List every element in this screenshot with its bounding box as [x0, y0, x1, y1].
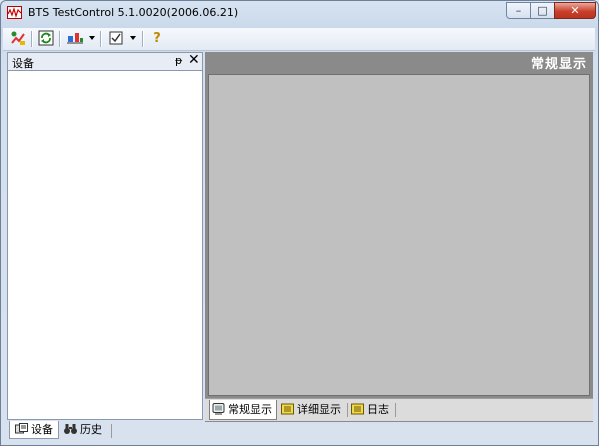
toolbar-separator [100, 31, 102, 47]
monitor-icon [212, 402, 225, 415]
refresh-icon[interactable] [37, 30, 55, 48]
toolbar-separator [142, 31, 144, 47]
toolbar: ? [3, 28, 595, 51]
tab-separator [395, 403, 396, 417]
window-title: BTS TestControl 5.1.0020(2006.06.21) [28, 6, 239, 19]
tab-general-display-label: 常规显示 [228, 403, 272, 416]
toolbar-separator [59, 31, 61, 47]
connect-icon[interactable] [9, 30, 27, 48]
minimize-button[interactable]: – [506, 2, 531, 19]
document-icon [281, 402, 294, 415]
binoculars-icon [64, 423, 77, 435]
left-tab-strip: 设备 历史 [7, 421, 203, 439]
tab-separator [111, 424, 112, 438]
device-tab-icon [15, 423, 28, 435]
pin-icon[interactable]: ᵽ [175, 54, 182, 67]
display-tab-strip: 常规显示 详细显示 日志 [205, 398, 593, 421]
tab-separator [347, 403, 348, 417]
device-tool-dropdown[interactable] [89, 36, 95, 40]
toolbar-separator [31, 31, 33, 47]
device-tree[interactable] [8, 71, 202, 419]
title-bar[interactable]: BTS TestControl 5.1.0020(2006.06.21) – □… [1, 1, 598, 25]
display-view-area[interactable] [208, 74, 590, 396]
tab-device[interactable]: 设备 [9, 421, 59, 439]
tab-detail-display-label: 详细显示 [297, 403, 341, 416]
checklist-icon[interactable] [107, 30, 125, 48]
tab-device-label: 设备 [31, 423, 53, 436]
device-panel-header: 设备 ᵽ ✕ [8, 52, 202, 71]
tab-log[interactable]: 日志 [349, 400, 395, 420]
device-panel: 设备 ᵽ ✕ [7, 52, 203, 420]
display-panel-caption: 常规显示 [530, 57, 587, 72]
tab-log-label: 日志 [367, 403, 389, 416]
display-panel: 常规显示 [205, 52, 593, 422]
tab-general-display[interactable]: 常规显示 [209, 400, 277, 420]
app-logo-icon [7, 6, 22, 19]
app-window: BTS TestControl 5.1.0020(2006.06.21) – □… [0, 0, 599, 446]
device-panel-title: 设备 [12, 57, 34, 70]
tab-history[interactable]: 历史 [62, 421, 112, 439]
tab-history-label: 历史 [80, 423, 102, 436]
checklist-dropdown[interactable] [130, 36, 136, 40]
log-icon [351, 402, 364, 415]
panel-close-icon[interactable]: ✕ [188, 52, 200, 68]
help-icon[interactable]: ? [149, 30, 165, 48]
close-button[interactable]: ✕ [554, 2, 596, 19]
tab-detail-display[interactable]: 详细显示 [279, 400, 349, 420]
maximize-button[interactable]: □ [530, 2, 555, 19]
device-tool-icon[interactable] [65, 30, 85, 48]
